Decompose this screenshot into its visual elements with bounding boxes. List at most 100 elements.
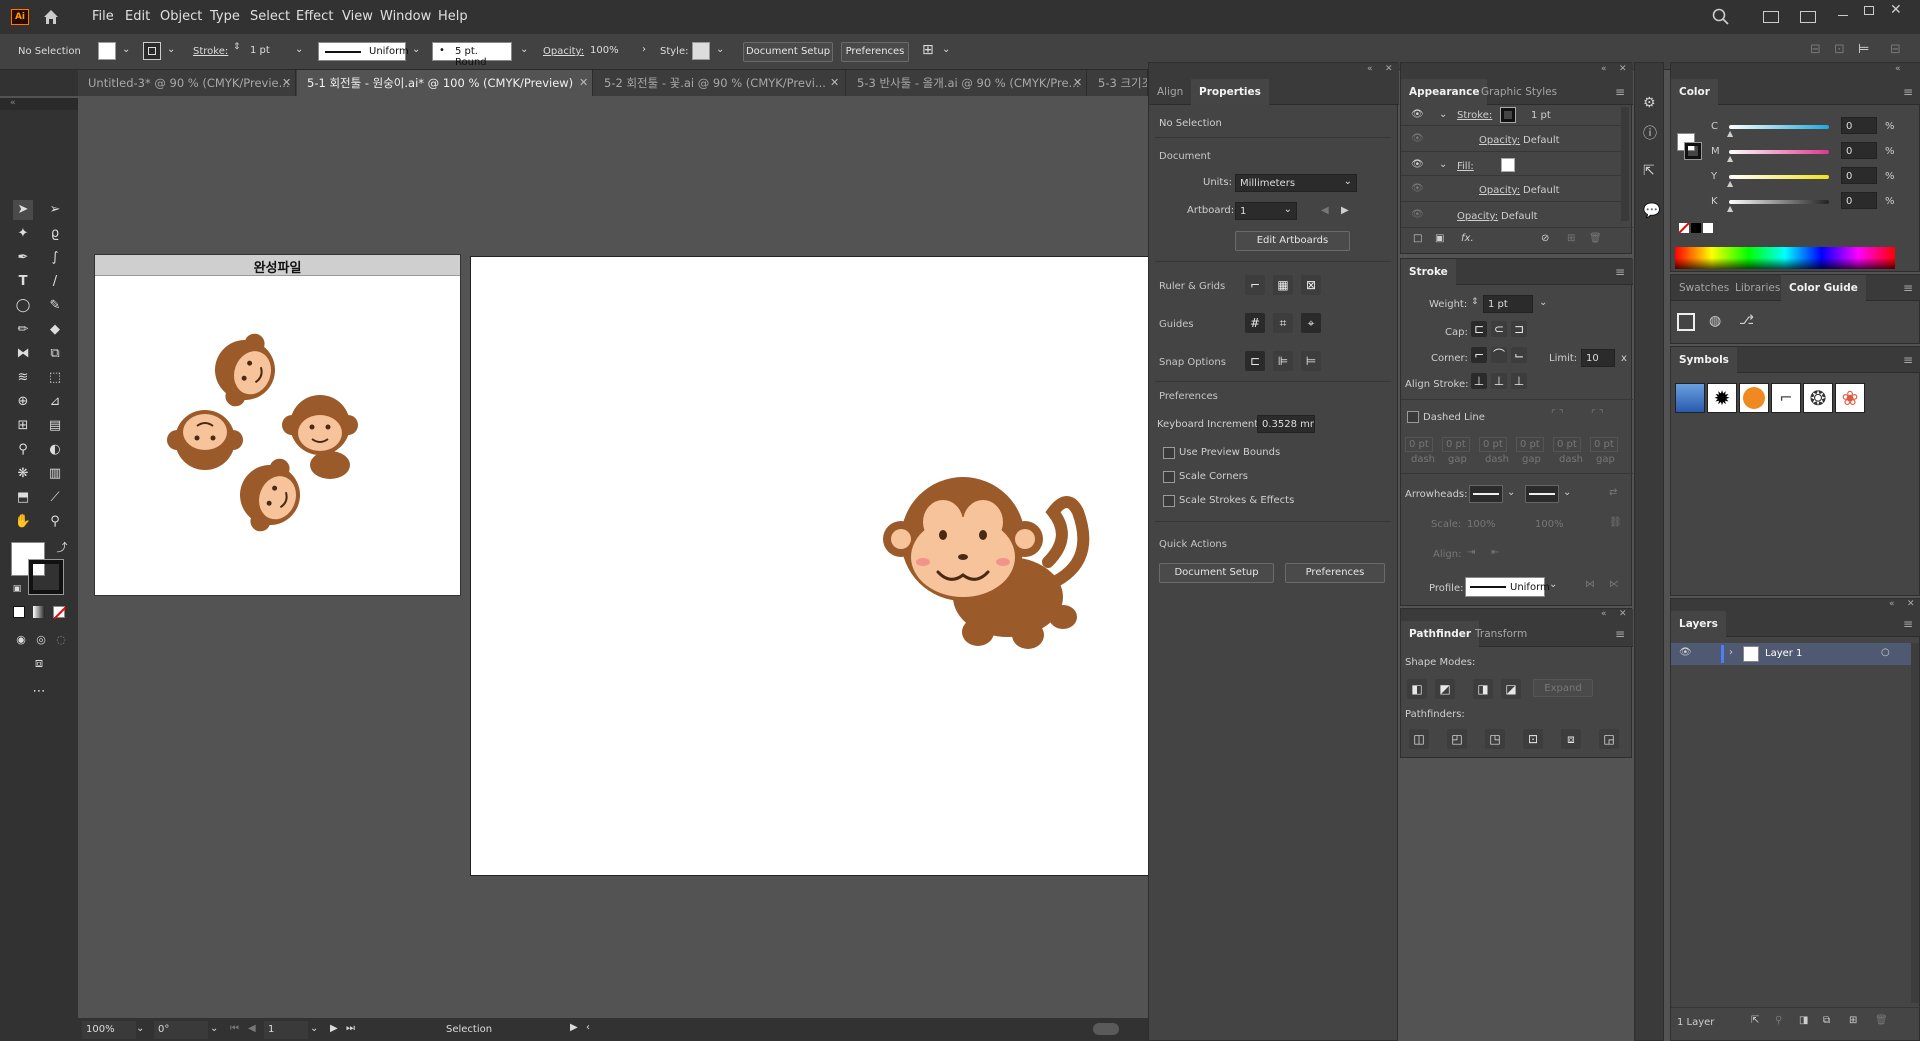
dash-gap-input[interactable]: 0 pt (1479, 437, 1507, 452)
use-preview-bounds-checkbox[interactable] (1163, 447, 1175, 459)
artboard-select[interactable]: 1 ⌄ (1235, 202, 1297, 220)
scroll-left-icon[interactable]: ‹ (586, 1022, 590, 1033)
visibility-icon[interactable]: 👁 (1411, 159, 1424, 170)
curvature-tool-icon[interactable]: ∫ (45, 248, 65, 268)
white-color-icon[interactable] (1703, 223, 1713, 233)
arrow-tip-on-end-icon[interactable]: ⇤ (1491, 547, 1499, 558)
new-layer-icon[interactable]: ⊞ (1849, 1015, 1857, 1026)
stroke-swatch[interactable] (1500, 107, 1516, 123)
trim-icon[interactable]: ◰ (1447, 729, 1467, 749)
channel-value-input[interactable]: 0 (1841, 117, 1877, 134)
type-tool-icon[interactable]: T (13, 272, 33, 292)
align-inside-icon[interactable]: ⊥ (1491, 373, 1507, 389)
symbol-orange-button[interactable] (1739, 383, 1769, 413)
reflect-tool-icon[interactable]: ⧓ (13, 344, 33, 364)
chevron-down-icon[interactable]: ⌄ (122, 44, 130, 55)
transform-icon[interactable]: ⊡ (1834, 42, 1845, 57)
menu-file[interactable]: File (92, 9, 114, 24)
flip-across-icon[interactable]: ⋉ (1609, 579, 1619, 590)
limit-input[interactable]: 10 (1581, 349, 1615, 367)
color-wheel-icon[interactable]: ◍ (1709, 313, 1721, 329)
menu-type[interactable]: Type (210, 9, 240, 24)
layer-row[interactable]: 👁 › Layer 1 ○ (1671, 643, 1911, 665)
link-scale-icon[interactable]: ⛓ (1609, 517, 1622, 528)
eyedropper-tool-icon[interactable]: ⚲ (13, 440, 33, 460)
close-tab-icon[interactable]: ✕ (1073, 76, 1082, 89)
dash-gap-input[interactable]: 0 pt (1516, 437, 1544, 452)
chevron-down-icon[interactable]: ⌄ (942, 44, 950, 55)
blend-tool-icon[interactable]: ◐ (45, 440, 65, 460)
default-colors-icon[interactable]: ▣ (7, 579, 27, 599)
symbol-blue-bar[interactable] (1675, 383, 1705, 413)
divide-icon[interactable]: ◫ (1409, 729, 1429, 749)
channel-value-input[interactable]: 0 (1841, 167, 1877, 184)
chevron-down-icon[interactable]: ⌄ (1439, 159, 1447, 170)
next-artboard-icon[interactable]: ▶ (1341, 205, 1349, 216)
slice-tool-icon[interactable]: ⟋ (45, 488, 65, 508)
units-select[interactable]: Millimeters ⌄ (1235, 174, 1357, 192)
tab-color-guide[interactable]: Color Guide (1781, 275, 1866, 301)
tab-untitled-3[interactable]: Untitled-3* @ 90 % (CMYK/Previe... (78, 70, 296, 96)
scale-end-value[interactable]: 100% (1535, 519, 1564, 530)
panel-menu-icon[interactable]: ≡ (1615, 85, 1625, 99)
close-panel-icon[interactable]: ✕ (1619, 609, 1627, 619)
perspective-grid-tool-icon[interactable]: ⊿ (45, 392, 65, 412)
smart-guides-icon[interactable]: ⌖ (1301, 313, 1321, 333)
chevron-down-icon[interactable]: ⌄ (520, 44, 528, 55)
channel-slider[interactable] (1729, 150, 1829, 154)
maximize-icon[interactable] (1864, 6, 1874, 15)
channel-slider[interactable] (1729, 175, 1829, 179)
profile-select[interactable]: Uniform (1465, 577, 1550, 597)
distribute-icon[interactable]: ⊨ (1858, 42, 1869, 57)
panel-menu-icon[interactable]: ≡ (1615, 627, 1625, 641)
swap-arrowheads-icon[interactable]: ⇄ (1609, 487, 1617, 498)
stepper-icon[interactable]: ⇕ (1471, 297, 1479, 307)
artboard-tool-icon[interactable]: ⬒ (13, 488, 33, 508)
pen-tool-icon[interactable]: ✒ (13, 248, 33, 268)
snap-to-point-icon[interactable]: ⊏ (1245, 351, 1265, 371)
scale-corners-checkbox[interactable] (1163, 471, 1175, 483)
tab-graphic-styles[interactable]: Graphic Styles (1473, 79, 1565, 105)
chevron-down-icon[interactable]: ⌄ (310, 1023, 318, 1034)
chevron-down-icon[interactable]: ⌄ (167, 44, 175, 55)
opacity-input[interactable]: 100% (586, 42, 638, 61)
artboard[interactable] (470, 256, 1200, 876)
zoom-tool-icon[interactable]: ⚲ (45, 512, 65, 532)
vertical-scrollbar[interactable] (1621, 107, 1629, 221)
tab-stroke[interactable]: Stroke (1401, 259, 1456, 285)
preferences-button[interactable]: Preferences (841, 42, 909, 62)
chevron-down-icon[interactable]: ⌄ (716, 44, 724, 55)
ellipse-tool-icon[interactable]: ◯ (13, 296, 33, 316)
status-menu-icon[interactable]: ▶ (570, 1022, 578, 1033)
paintbrush-tool-icon[interactable]: ✎ (45, 296, 65, 316)
symbol-curl[interactable]: ⌐ (1771, 383, 1801, 413)
gradient-mode-icon[interactable] (33, 606, 45, 618)
menu-edit[interactable]: Edit (125, 9, 150, 24)
miter-join-icon[interactable]: ⌐ (1471, 347, 1487, 363)
chevron-down-icon[interactable]: ⌄ (412, 44, 420, 55)
weight-input[interactable]: 1 pt (1483, 295, 1533, 313)
draw-inside-icon[interactable]: ◌ (51, 630, 71, 650)
fill-swatch[interactable] (98, 42, 116, 60)
dash-gap-input[interactable]: 0 pt (1442, 437, 1470, 452)
menu-effect[interactable]: Effect (296, 9, 333, 24)
prev-artboard-icon[interactable]: ◀ (248, 1023, 256, 1034)
collapse-panel-icon[interactable]: « (1889, 599, 1895, 609)
chevron-down-icon[interactable]: ⌄ (1439, 109, 1447, 120)
chevron-down-icon[interactable]: ⌄ (1539, 297, 1547, 308)
chevron-right-icon[interactable]: › (1729, 647, 1733, 658)
close-tab-icon[interactable]: ✕ (282, 76, 291, 89)
info-icon[interactable]: ⓘ (1643, 123, 1657, 143)
preview-artwork[interactable]: 완성파일 (94, 254, 461, 596)
close-tab-icon[interactable]: ✕ (579, 76, 588, 89)
snap-to-grid-icon[interactable]: ⊨ (1301, 351, 1321, 371)
collapse-panel-icon[interactable]: « (1367, 64, 1373, 74)
tab-properties[interactable]: Properties (1191, 79, 1269, 105)
artboard-number-input[interactable]: 1 (264, 1021, 308, 1039)
locate-object-icon[interactable]: ⚲ (1775, 1015, 1782, 1026)
tab-5-3-reflect[interactable]: 5-3 반사툴 - 올개.ai @ 90 % (CMYK/Pre... (847, 70, 1087, 96)
panel-menu-icon[interactable]: ≡ (1903, 353, 1913, 367)
stroke-profile-select[interactable]: Uniform (318, 42, 409, 61)
shape-builder-tool-icon[interactable]: ⊕ (13, 392, 33, 412)
column-graph-tool-icon[interactable]: ▥ (45, 464, 65, 484)
